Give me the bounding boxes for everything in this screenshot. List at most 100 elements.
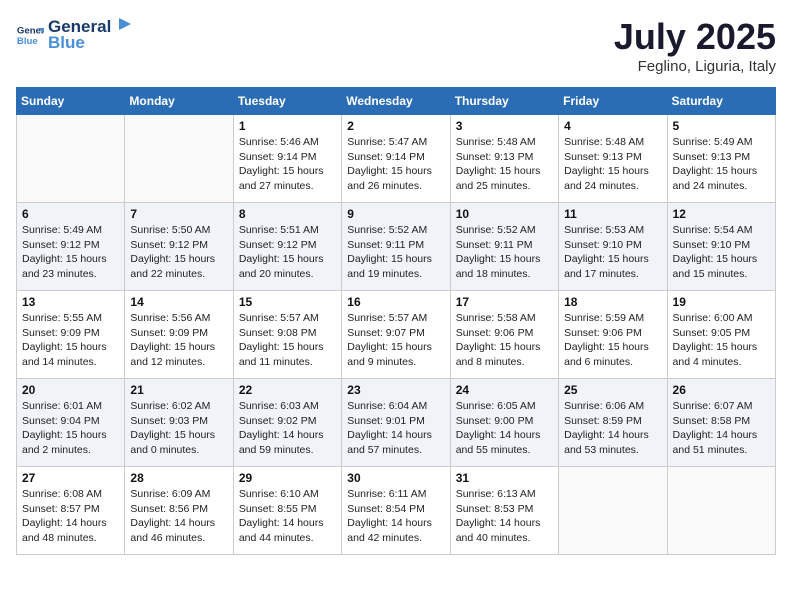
- calendar-cell: 13 Sunrise: 5:55 AMSunset: 9:09 PMDayligh…: [17, 291, 125, 379]
- day-number: 13: [22, 295, 119, 309]
- day-number: 29: [239, 471, 336, 485]
- day-info: Sunrise: 6:08 AMSunset: 8:57 PMDaylight:…: [22, 487, 119, 546]
- calendar-cell: 7 Sunrise: 5:50 AMSunset: 9:12 PMDaylight…: [125, 203, 233, 291]
- weekday-header-friday: Friday: [559, 88, 667, 115]
- day-info: Sunrise: 5:58 AMSunset: 9:06 PMDaylight:…: [456, 311, 553, 370]
- page-header: General Blue General Blue July 2025 Fegl…: [16, 16, 776, 75]
- day-info: Sunrise: 6:07 AMSunset: 8:58 PMDaylight:…: [673, 399, 770, 458]
- day-info: Sunrise: 5:54 AMSunset: 9:10 PMDaylight:…: [673, 223, 770, 282]
- calendar-week-row: 6 Sunrise: 5:49 AMSunset: 9:12 PMDaylight…: [17, 203, 776, 291]
- day-info: Sunrise: 5:51 AMSunset: 9:12 PMDaylight:…: [239, 223, 336, 282]
- day-number: 11: [564, 207, 661, 221]
- calendar-cell: 10 Sunrise: 5:52 AMSunset: 9:11 PMDayligh…: [450, 203, 558, 291]
- logo-arrow-icon: [113, 16, 131, 32]
- calendar-cell: [667, 467, 775, 555]
- calendar-cell: [125, 115, 233, 203]
- calendar-cell: 11 Sunrise: 5:53 AMSunset: 9:10 PMDayligh…: [559, 203, 667, 291]
- day-info: Sunrise: 5:53 AMSunset: 9:10 PMDaylight:…: [564, 223, 661, 282]
- calendar-cell: 29 Sunrise: 6:10 AMSunset: 8:55 PMDayligh…: [233, 467, 341, 555]
- calendar-week-row: 13 Sunrise: 5:55 AMSunset: 9:09 PMDayligh…: [17, 291, 776, 379]
- logo: General Blue General Blue: [16, 16, 131, 53]
- day-number: 17: [456, 295, 553, 309]
- day-info: Sunrise: 5:57 AMSunset: 9:07 PMDaylight:…: [347, 311, 444, 370]
- weekday-header-saturday: Saturday: [667, 88, 775, 115]
- svg-text:Blue: Blue: [17, 35, 38, 46]
- calendar-cell: [17, 115, 125, 203]
- day-number: 1: [239, 119, 336, 133]
- calendar-cell: 15 Sunrise: 5:57 AMSunset: 9:08 PMDayligh…: [233, 291, 341, 379]
- calendar-cell: 2 Sunrise: 5:47 AMSunset: 9:14 PMDaylight…: [342, 115, 450, 203]
- calendar-table: SundayMondayTuesdayWednesdayThursdayFrid…: [16, 87, 776, 555]
- day-info: Sunrise: 5:48 AMSunset: 9:13 PMDaylight:…: [456, 135, 553, 194]
- day-number: 23: [347, 383, 444, 397]
- weekday-header-tuesday: Tuesday: [233, 88, 341, 115]
- day-info: Sunrise: 5:49 AMSunset: 9:13 PMDaylight:…: [673, 135, 770, 194]
- day-info: Sunrise: 6:06 AMSunset: 8:59 PMDaylight:…: [564, 399, 661, 458]
- day-info: Sunrise: 6:04 AMSunset: 9:01 PMDaylight:…: [347, 399, 444, 458]
- day-number: 24: [456, 383, 553, 397]
- calendar-cell: 3 Sunrise: 5:48 AMSunset: 9:13 PMDaylight…: [450, 115, 558, 203]
- day-number: 18: [564, 295, 661, 309]
- day-number: 26: [673, 383, 770, 397]
- day-info: Sunrise: 5:50 AMSunset: 9:12 PMDaylight:…: [130, 223, 227, 282]
- day-info: Sunrise: 5:48 AMSunset: 9:13 PMDaylight:…: [564, 135, 661, 194]
- weekday-header-monday: Monday: [125, 88, 233, 115]
- calendar-cell: 25 Sunrise: 6:06 AMSunset: 8:59 PMDayligh…: [559, 379, 667, 467]
- month-title: July 2025: [614, 16, 776, 58]
- calendar-cell: 4 Sunrise: 5:48 AMSunset: 9:13 PMDaylight…: [559, 115, 667, 203]
- calendar-cell: 26 Sunrise: 6:07 AMSunset: 8:58 PMDayligh…: [667, 379, 775, 467]
- day-number: 22: [239, 383, 336, 397]
- day-number: 19: [673, 295, 770, 309]
- logo-icon: General Blue: [16, 21, 44, 49]
- day-info: Sunrise: 5:56 AMSunset: 9:09 PMDaylight:…: [130, 311, 227, 370]
- title-block: July 2025 Feglino, Liguria, Italy: [614, 16, 776, 75]
- day-number: 12: [673, 207, 770, 221]
- day-info: Sunrise: 6:10 AMSunset: 8:55 PMDaylight:…: [239, 487, 336, 546]
- calendar-cell: 27Sunrise: 6:08 AMSunset: 8:57 PMDayligh…: [17, 467, 125, 555]
- day-info: Sunrise: 5:59 AMSunset: 9:06 PMDaylight:…: [564, 311, 661, 370]
- day-info: Sunrise: 6:13 AMSunset: 8:53 PMDaylight:…: [456, 487, 553, 546]
- day-number: 15: [239, 295, 336, 309]
- day-number: 25: [564, 383, 661, 397]
- calendar-week-row: 27Sunrise: 6:08 AMSunset: 8:57 PMDayligh…: [17, 467, 776, 555]
- calendar-cell: 17 Sunrise: 5:58 AMSunset: 9:06 PMDayligh…: [450, 291, 558, 379]
- day-info: Sunrise: 5:55 AMSunset: 9:09 PMDaylight:…: [22, 311, 119, 370]
- day-number: 28: [130, 471, 227, 485]
- calendar-cell: 20Sunrise: 6:01 AMSunset: 9:04 PMDayligh…: [17, 379, 125, 467]
- day-info: Sunrise: 5:52 AMSunset: 9:11 PMDaylight:…: [456, 223, 553, 282]
- calendar-cell: 19Sunrise: 6:00 AMSunset: 9:05 PMDayligh…: [667, 291, 775, 379]
- day-info: Sunrise: 5:49 AMSunset: 9:12 PMDaylight:…: [22, 223, 119, 282]
- day-number: 16: [347, 295, 444, 309]
- calendar-cell: 8Sunrise: 5:51 AMSunset: 9:12 PMDaylight…: [233, 203, 341, 291]
- weekday-header-wednesday: Wednesday: [342, 88, 450, 115]
- calendar-cell: 22 Sunrise: 6:03 AMSunset: 9:02 PMDayligh…: [233, 379, 341, 467]
- calendar-cell: 31 Sunrise: 6:13 AMSunset: 8:53 PMDayligh…: [450, 467, 558, 555]
- day-info: Sunrise: 5:57 AMSunset: 9:08 PMDaylight:…: [239, 311, 336, 370]
- day-number: 7: [130, 207, 227, 221]
- weekday-header-thursday: Thursday: [450, 88, 558, 115]
- day-info: Sunrise: 5:47 AMSunset: 9:14 PMDaylight:…: [347, 135, 444, 194]
- day-number: 6: [22, 207, 119, 221]
- calendar-cell: [559, 467, 667, 555]
- day-number: 4: [564, 119, 661, 133]
- location-subtitle: Feglino, Liguria, Italy: [614, 58, 776, 75]
- day-number: 2: [347, 119, 444, 133]
- day-number: 10: [456, 207, 553, 221]
- day-number: 5: [673, 119, 770, 133]
- day-info: Sunrise: 6:03 AMSunset: 9:02 PMDaylight:…: [239, 399, 336, 458]
- day-info: Sunrise: 5:46 AMSunset: 9:14 PMDaylight:…: [239, 135, 336, 194]
- calendar-cell: 28 Sunrise: 6:09 AMSunset: 8:56 PMDayligh…: [125, 467, 233, 555]
- day-number: 31: [456, 471, 553, 485]
- calendar-cell: 24 Sunrise: 6:05 AMSunset: 9:00 PMDayligh…: [450, 379, 558, 467]
- calendar-cell: 1 Sunrise: 5:46 AMSunset: 9:14 PMDaylight…: [233, 115, 341, 203]
- calendar-cell: 12 Sunrise: 5:54 AMSunset: 9:10 PMDayligh…: [667, 203, 775, 291]
- calendar-cell: 30Sunrise: 6:11 AMSunset: 8:54 PMDayligh…: [342, 467, 450, 555]
- day-info: Sunrise: 6:09 AMSunset: 8:56 PMDaylight:…: [130, 487, 227, 546]
- day-number: 9: [347, 207, 444, 221]
- day-info: Sunrise: 6:01 AMSunset: 9:04 PMDaylight:…: [22, 399, 119, 458]
- day-info: Sunrise: 5:52 AMSunset: 9:11 PMDaylight:…: [347, 223, 444, 282]
- calendar-header-row: SundayMondayTuesdayWednesdayThursdayFrid…: [17, 88, 776, 115]
- calendar-cell: 16 Sunrise: 5:57 AMSunset: 9:07 PMDayligh…: [342, 291, 450, 379]
- day-info: Sunrise: 6:05 AMSunset: 9:00 PMDaylight:…: [456, 399, 553, 458]
- day-number: 3: [456, 119, 553, 133]
